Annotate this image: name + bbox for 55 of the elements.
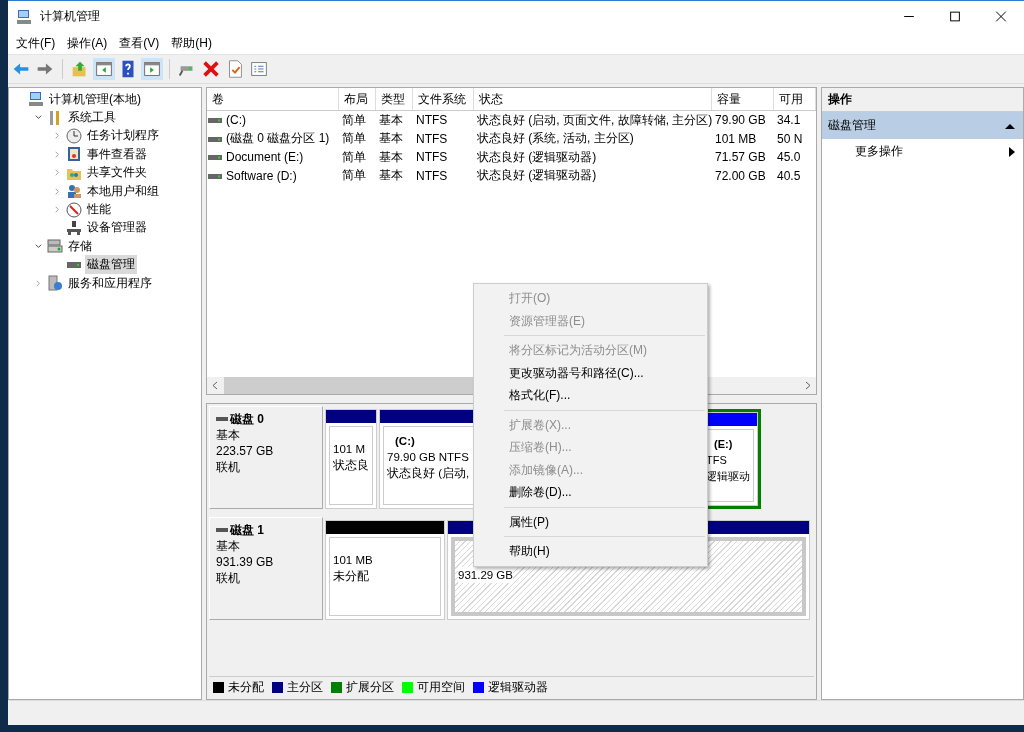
table-cell: 79.90 GB [715, 113, 766, 128]
partition-title: (C:) [395, 434, 415, 449]
table-cell: 45.0 [777, 150, 801, 165]
table-cell: NTFS [416, 168, 448, 183]
partition-info: 931.29 GB [458, 567, 513, 583]
partition-info: 101 M [333, 442, 365, 457]
table-cell: 101 MB [715, 131, 757, 146]
table-cell: 50 N [777, 131, 803, 146]
legend-label: 主分区 [287, 678, 323, 696]
table-cell: Document (E:) [226, 150, 304, 165]
table-cell: 40.5 [777, 168, 801, 183]
legend-label: 可用空间 [417, 678, 465, 696]
table-cell: 简单 [342, 168, 366, 183]
table-cell: 71.57 GB [715, 150, 766, 165]
table-cell: 基本 [379, 112, 403, 127]
partition-info: 逻辑驱动 [706, 469, 750, 484]
partition-info: 状态良好 (启动, [387, 466, 470, 481]
legend-label: 扩展分区 [346, 678, 394, 696]
table-cell: 简单 [342, 131, 366, 146]
partition-info: 79.90 GB NTFS [387, 450, 469, 465]
disk-type: 基本 [216, 427, 241, 443]
section-title: 磁盘管理 [828, 117, 876, 134]
table-cell: 状态良好 (逻辑驱动器) [477, 149, 597, 164]
table-cell: NTFS [416, 113, 448, 128]
disk-size: 931.39 GB [216, 554, 275, 570]
table-cell: 状态良好 (启动, 页面文件, 故障转储, 主分区) [477, 112, 713, 127]
table-cell: 简单 [342, 149, 366, 164]
legend-label: 未分配 [228, 678, 264, 696]
disk-status: 联机 [216, 570, 241, 586]
disk-type: 基本 [216, 538, 241, 554]
partition-info: TFS [706, 453, 727, 468]
partition-info: 101 MB [333, 553, 373, 568]
table-cell: (C:) [226, 113, 246, 128]
partition-info: 状态良 [333, 458, 369, 473]
legend-label: 逻辑驱动器 [488, 678, 548, 696]
partition-info: 未分配 [333, 569, 369, 584]
table-cell: Software (D:) [226, 168, 297, 183]
table-cell: 状态良好 (逻辑驱动器) [477, 168, 597, 183]
disk-size: 223.57 GB [216, 443, 275, 459]
table-cell: NTFS [416, 131, 448, 146]
table-cell: 基本 [379, 149, 403, 164]
table-cell: 72.00 GB [715, 168, 766, 183]
table-cell: 基本 [379, 131, 403, 146]
table-cell: 状态良好 (系统, 活动, 主分区) [477, 131, 634, 146]
disk-name: 磁盘 1 [230, 522, 264, 538]
window-title: 计算机管理 [40, 8, 100, 25]
disk-name: 磁盘 0 [230, 411, 264, 427]
table-cell: NTFS [416, 150, 448, 165]
table-cell: 34.1 [777, 113, 801, 128]
partition-title: (E:) [714, 437, 733, 452]
disk-status: 联机 [216, 459, 241, 475]
table-cell: (磁盘 0 磁盘分区 1) [226, 130, 330, 148]
table-cell: 简单 [342, 112, 366, 127]
actions-header: 操作 [822, 88, 1023, 112]
table-cell: 基本 [379, 168, 403, 183]
